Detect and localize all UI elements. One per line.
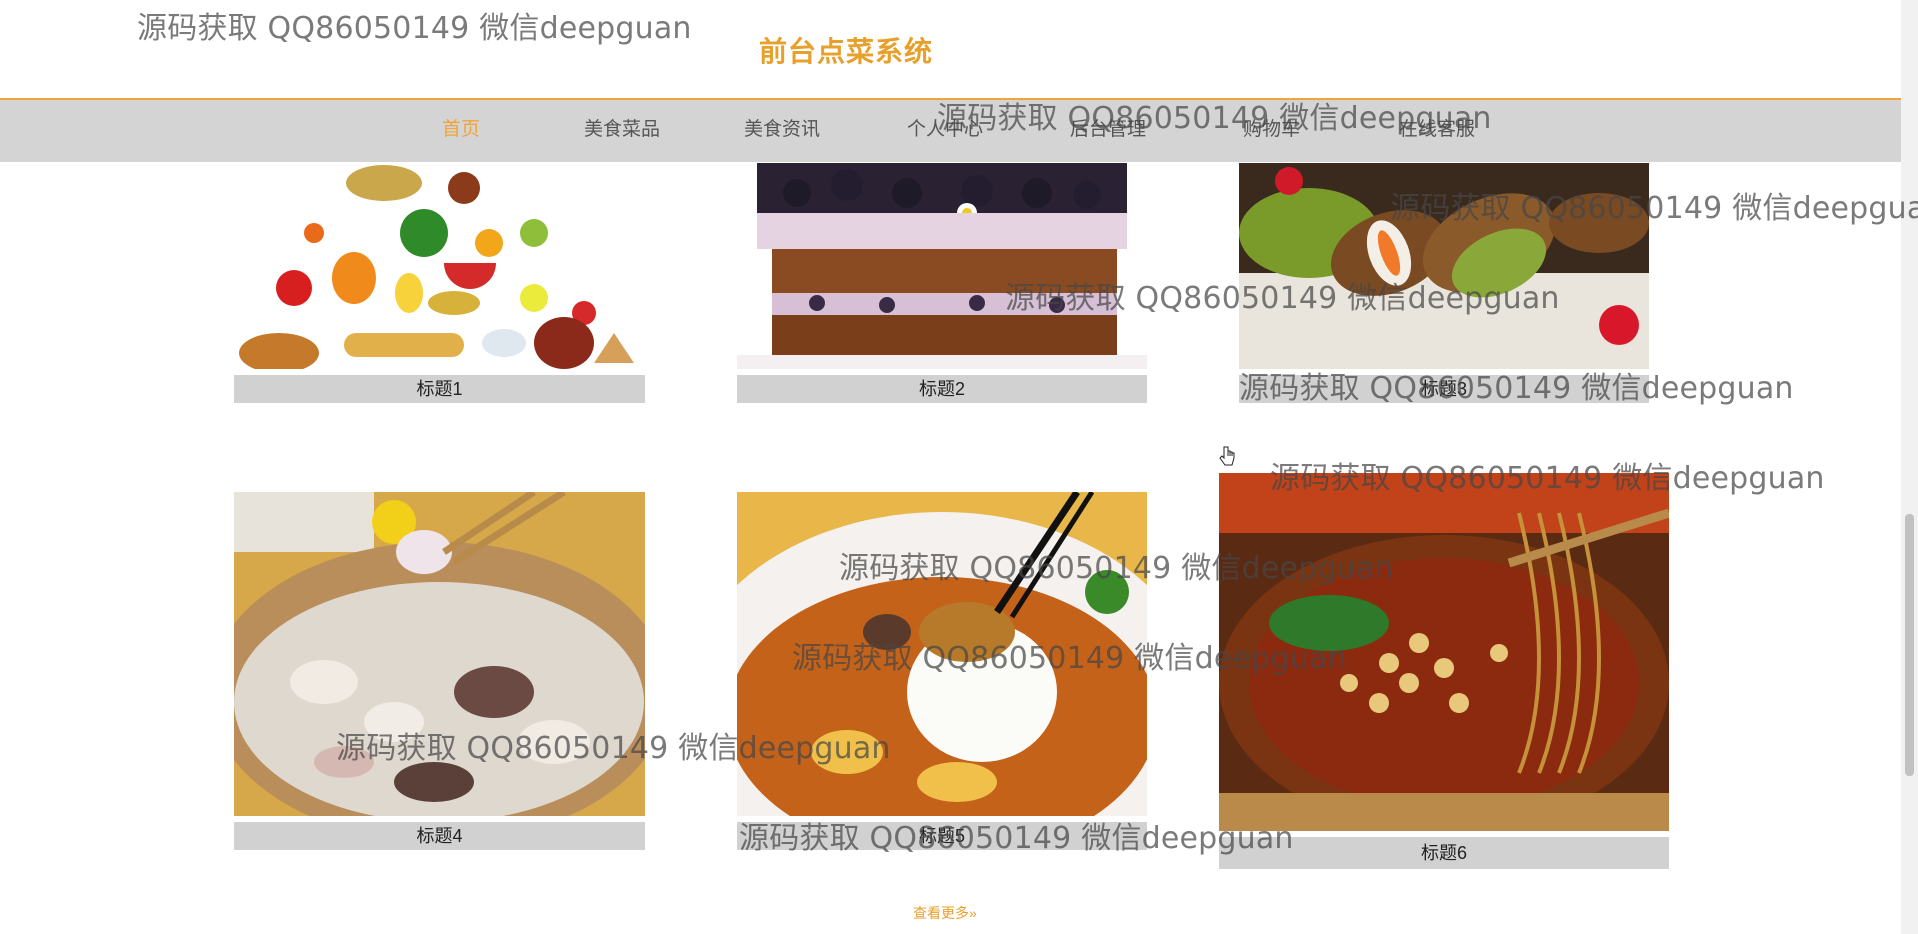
- nav-item-profile[interactable]: 个人中心: [907, 100, 983, 162]
- nav-item-admin[interactable]: 后台管理: [1070, 100, 1146, 162]
- card-caption: 标题2: [737, 375, 1147, 403]
- food-pyramid-image[interactable]: [234, 163, 645, 369]
- card-caption: 标题3: [1239, 375, 1649, 403]
- nav-item-news[interactable]: 美食资讯: [744, 100, 820, 162]
- card-caption: 标题4: [234, 822, 645, 850]
- nav-item-home[interactable]: 首页: [442, 100, 480, 162]
- lotus-root-soup-image[interactable]: [234, 492, 645, 816]
- hand-cursor-icon: [1219, 446, 1235, 466]
- spicy-noodles-image[interactable]: [1219, 473, 1669, 831]
- page-scrollbar[interactable]: [1901, 0, 1918, 934]
- abalone-rice-image[interactable]: [737, 492, 1147, 816]
- cannoli-image[interactable]: [1239, 163, 1649, 369]
- blackberry-cake-image[interactable]: [737, 163, 1147, 369]
- card-caption: 标题6: [1219, 837, 1669, 869]
- nav-item-dishes[interactable]: 美食菜品: [584, 100, 660, 162]
- scrollbar-thumb[interactable]: [1905, 514, 1914, 776]
- main-nav: 首页 美食菜品 美食资讯 个人中心 后台管理 购物车 在线客服: [0, 100, 1901, 162]
- card-caption: 标题5: [737, 822, 1147, 850]
- nav-item-cart[interactable]: 购物车: [1243, 100, 1300, 162]
- nav-item-support[interactable]: 在线客服: [1399, 100, 1475, 162]
- card-caption: 标题1: [234, 375, 645, 403]
- site-title: 前台点菜系统: [758, 36, 933, 67]
- view-more-link[interactable]: 查看更多»: [913, 903, 977, 923]
